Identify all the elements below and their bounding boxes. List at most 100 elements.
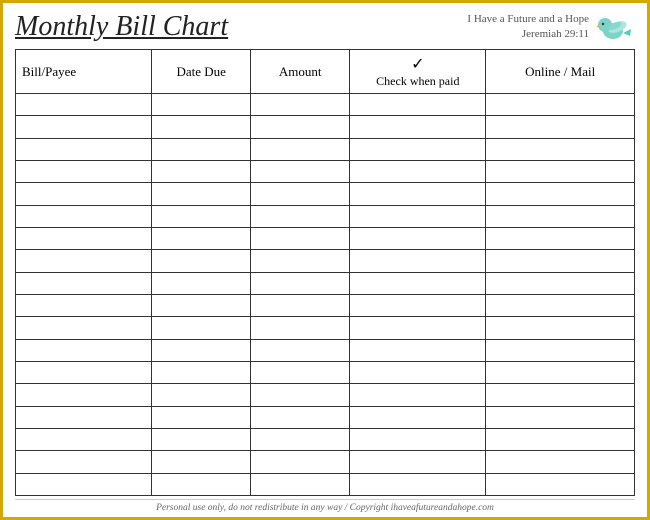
- check-label: Check when paid: [376, 74, 459, 89]
- table-cell: [486, 361, 635, 383]
- table-cell: [16, 205, 152, 227]
- table-cell: [152, 138, 251, 160]
- tagline-line2: Jeremiah 29:11: [467, 27, 589, 42]
- table-row: [16, 428, 635, 450]
- table-cell: [251, 339, 350, 361]
- table-cell: [350, 272, 486, 294]
- table-cell: [16, 317, 152, 339]
- table-cell: [16, 451, 152, 473]
- table-cell: [152, 473, 251, 495]
- table-row: [16, 138, 635, 160]
- table-cell: [16, 160, 152, 182]
- table-cell: [251, 227, 350, 249]
- table-cell: [251, 94, 350, 116]
- table-cell: [486, 384, 635, 406]
- table-cell: [350, 250, 486, 272]
- col-header-amount: Amount: [251, 50, 350, 94]
- table-cell: [486, 250, 635, 272]
- table-row: [16, 406, 635, 428]
- table-cell: [486, 406, 635, 428]
- table-cell: [16, 339, 152, 361]
- bill-chart-table: Bill/Payee Date Due Amount ✓ Check when …: [15, 49, 635, 496]
- table-cell: [152, 205, 251, 227]
- page-title: Monthly Bill Chart: [15, 11, 228, 43]
- table-cell: [350, 183, 486, 205]
- table-row: [16, 116, 635, 138]
- table-row: [16, 227, 635, 249]
- table-cell: [152, 451, 251, 473]
- table-row: [16, 272, 635, 294]
- table-cell: [350, 138, 486, 160]
- page-container: Monthly Bill Chart I Have a Future and a…: [0, 0, 650, 520]
- table-cell: [486, 183, 635, 205]
- table-cell: [350, 116, 486, 138]
- table-cell: [251, 116, 350, 138]
- table-cell: [152, 339, 251, 361]
- table-cell: [16, 428, 152, 450]
- header-row: Monthly Bill Chart I Have a Future and a…: [15, 11, 635, 43]
- col-header-bill: Bill/Payee: [16, 50, 152, 94]
- table-cell: [152, 94, 251, 116]
- table-cell: [16, 116, 152, 138]
- table-cell: [16, 138, 152, 160]
- check-symbol: ✓: [411, 54, 424, 74]
- table-cell: [251, 138, 350, 160]
- table-row: [16, 205, 635, 227]
- table-cell: [251, 361, 350, 383]
- table-cell: [251, 317, 350, 339]
- table-cell: [152, 361, 251, 383]
- table-cell: [16, 473, 152, 495]
- tagline: I Have a Future and a Hope Jeremiah 29:1…: [467, 11, 635, 43]
- table-cell: [486, 473, 635, 495]
- table-cell: [350, 473, 486, 495]
- table-cell: [350, 294, 486, 316]
- table-cell: [486, 451, 635, 473]
- table-cell: [152, 116, 251, 138]
- table-cell: [486, 94, 635, 116]
- table-cell: [350, 227, 486, 249]
- table-cell: [486, 317, 635, 339]
- table-cell: [251, 250, 350, 272]
- table-cell: [350, 428, 486, 450]
- table-row: [16, 250, 635, 272]
- table-cell: [152, 183, 251, 205]
- table-cell: [251, 272, 350, 294]
- table-cell: [16, 183, 152, 205]
- table-cell: [152, 317, 251, 339]
- table-cell: [486, 294, 635, 316]
- table-cell: [16, 361, 152, 383]
- table-cell: [16, 294, 152, 316]
- table-cell: [152, 294, 251, 316]
- table-cell: [486, 138, 635, 160]
- table-cell: [152, 428, 251, 450]
- table-cell: [350, 205, 486, 227]
- col-header-online: Online / Mail: [486, 50, 635, 94]
- table-cell: [350, 361, 486, 383]
- table-cell: [251, 384, 350, 406]
- table-cell: [350, 317, 486, 339]
- table-row: [16, 160, 635, 182]
- footer: Personal use only, do not redistribute i…: [15, 499, 635, 513]
- table-cell: [16, 250, 152, 272]
- table-row: [16, 339, 635, 361]
- table-cell: [16, 272, 152, 294]
- table-cell: [251, 183, 350, 205]
- table-cell: [350, 451, 486, 473]
- table-row: [16, 361, 635, 383]
- table-cell: [486, 339, 635, 361]
- table-cell: [486, 428, 635, 450]
- table-cell: [152, 406, 251, 428]
- table-cell: [350, 384, 486, 406]
- table-row: [16, 183, 635, 205]
- table-row: [16, 384, 635, 406]
- table-cell: [16, 94, 152, 116]
- table-cell: [16, 406, 152, 428]
- table-cell: [350, 160, 486, 182]
- table-cell: [251, 406, 350, 428]
- table-cell: [251, 428, 350, 450]
- table-cell: [350, 94, 486, 116]
- table-cell: [486, 272, 635, 294]
- table-cell: [251, 160, 350, 182]
- table-cell: [152, 384, 251, 406]
- table-cell: [251, 205, 350, 227]
